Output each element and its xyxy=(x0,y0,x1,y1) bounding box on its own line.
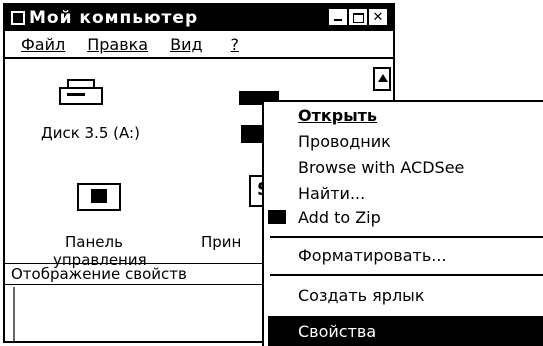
menu-file[interactable]: Файл xyxy=(21,35,65,54)
floppy-drive-icon[interactable] xyxy=(59,79,103,111)
computer-icon xyxy=(11,11,25,25)
menu-item-properties-label: Свойства xyxy=(298,322,377,341)
window-edge xyxy=(13,287,15,343)
title-bar[interactable]: Мой компьютер ✕ xyxy=(5,5,393,31)
minimize-button[interactable] xyxy=(329,9,347,25)
scroll-up-button[interactable] xyxy=(373,67,391,91)
menu-item-open[interactable]: Открыть xyxy=(298,106,377,125)
menu-separator xyxy=(270,274,543,276)
window-controls: ✕ xyxy=(329,9,387,25)
menu-item-format[interactable]: Форматировать... xyxy=(298,246,447,265)
context-menu: Открыть Проводник Browse with ACDSee Най… xyxy=(262,100,543,346)
menu-item-create-shortcut[interactable]: Создать ярлык xyxy=(298,286,424,305)
menu-divider xyxy=(5,57,393,59)
status-bar: Отображение свойств xyxy=(5,263,267,285)
floppy-drive-label[interactable]: Диск 3.5 (A:) xyxy=(41,124,140,142)
control-panel-label-line1[interactable]: Панель xyxy=(65,233,123,251)
menu-item-explorer[interactable]: Проводник xyxy=(298,132,391,151)
control-panel-icon[interactable] xyxy=(77,183,121,211)
maximize-button[interactable] xyxy=(349,9,367,25)
menu-item-add-to-zip[interactable]: Add to Zip xyxy=(298,208,381,227)
printers-label[interactable]: Прин xyxy=(201,233,241,251)
menu-view[interactable]: Вид xyxy=(170,35,202,54)
close-button[interactable]: ✕ xyxy=(369,9,387,25)
menu-edit[interactable]: Правка xyxy=(87,35,148,54)
zip-icon xyxy=(268,210,286,224)
menu-item-find[interactable]: Найти... xyxy=(298,184,365,203)
menu-bar: Файл Правка Вид ? xyxy=(5,32,393,56)
menu-help[interactable]: ? xyxy=(231,35,240,54)
menu-item-properties[interactable]: Свойства xyxy=(268,316,543,346)
window-title: Мой компьютер xyxy=(29,8,199,28)
menu-separator xyxy=(270,236,543,238)
menu-item-browse-acdsee[interactable]: Browse with ACDSee xyxy=(298,158,464,177)
